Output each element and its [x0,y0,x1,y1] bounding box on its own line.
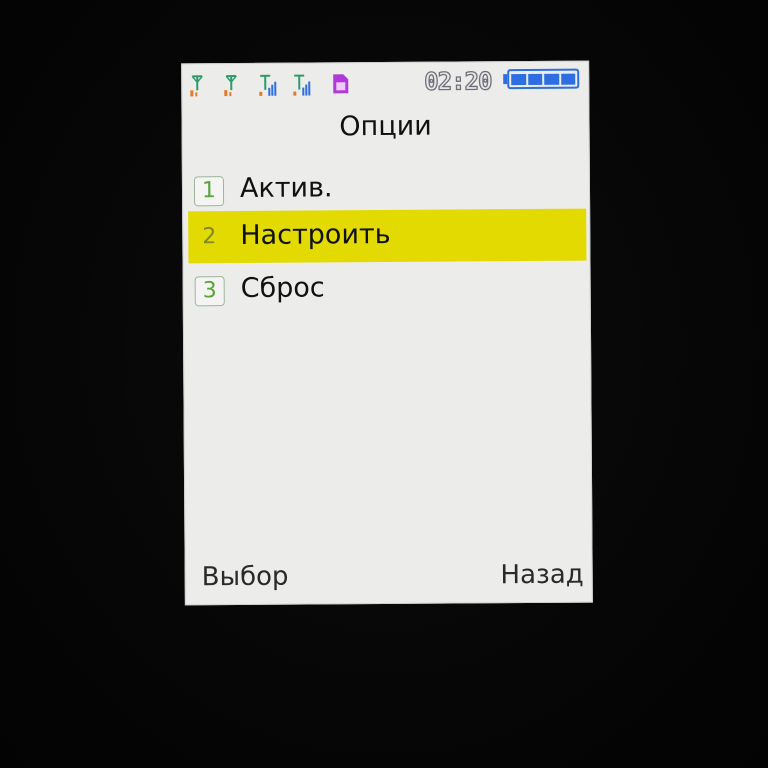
signal-bars-icon [292,72,311,98]
signal-bars-icon [258,72,277,98]
sim-card-icon [330,73,350,95]
menu-item-number: 1 [193,176,225,207]
screen-title: Опции [339,110,432,143]
signal-icon [222,72,240,98]
signal-icon [188,72,206,98]
menu-item-number: 3 [194,276,225,307]
menu-item-number: 2 [202,224,217,250]
menu-item-label: Актив. [239,172,333,205]
menu-item-label: Настроить [240,218,391,252]
softkey-back[interactable]: Назад [500,560,583,591]
status-bar: 02:20 [182,62,588,105]
softkey-select[interactable]: Выбор [202,562,289,593]
battery-full-icon [507,68,580,90]
menu-item-label: Сброс [240,272,325,305]
clock: 02:20 [423,67,492,97]
menu-item-configure[interactable]: 2 Настроить [188,208,587,264]
phone-screen: 02:20 Опции 1 Актив. 2 Настроить 3 Сброс… [181,60,593,606]
menu-item-reset[interactable]: 3 Сброс [189,262,587,317]
